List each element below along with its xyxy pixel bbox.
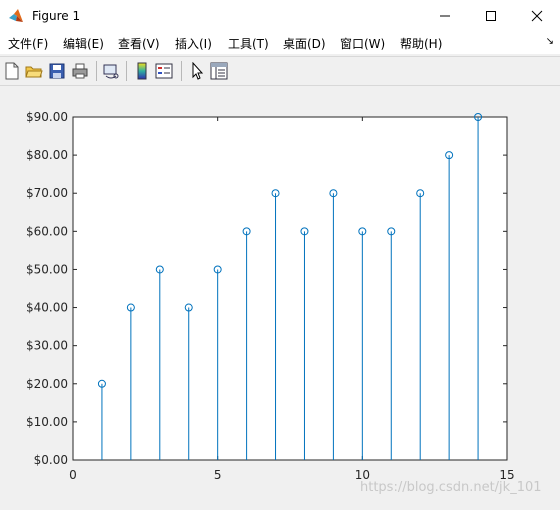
y-tick-label: $50.00 [26, 262, 68, 276]
matlab-logo-icon [8, 8, 24, 24]
menu-desktop[interactable]: 桌面(D) [283, 35, 326, 52]
watermark-text: https://blog.csdn.net/jk_101 [360, 480, 542, 495]
menu-edit[interactable]: 编辑(E) [63, 35, 104, 52]
figure-toolbar [0, 56, 560, 86]
menu-insert[interactable]: 插入(I) [175, 35, 212, 52]
save-icon[interactable] [48, 62, 66, 80]
title-bar: Figure 1 [0, 0, 560, 32]
stem-plot: $0.00 $10.00 $20.00 $30.00 $40.00 $50.00 $60.0… [26, 110, 515, 482]
x-tick-label: 0 [69, 468, 77, 482]
menu-bar: 文件(F) 编辑(E) 查看(V) 插入(I) 工具(T) 桌面(D) 窗口(W… [0, 32, 560, 54]
y-tick-label: $90.00 [26, 110, 68, 124]
maximize-icon [486, 11, 496, 21]
y-tick-label: $10.00 [26, 415, 68, 429]
toolbar-separator [96, 61, 97, 81]
menu-help[interactable]: 帮助(H) [400, 35, 442, 52]
close-icon [531, 10, 543, 22]
new-figure-icon[interactable] [3, 62, 21, 80]
close-button[interactable] [514, 0, 560, 32]
y-tick-label: $40.00 [26, 301, 68, 315]
menu-view[interactable]: 查看(V) [118, 35, 160, 52]
minimize-button[interactable] [422, 0, 468, 32]
dock-arrow-icon[interactable]: ↘ [546, 36, 554, 47]
y-tick-label: $30.00 [26, 339, 68, 353]
y-tick-label: $70.00 [26, 186, 68, 200]
menu-file[interactable]: 文件(F) [8, 35, 48, 52]
window-title: Figure 1 [32, 9, 81, 23]
toolbar-separator [126, 61, 127, 81]
insert-colorbar-icon[interactable] [133, 62, 151, 80]
print-icon[interactable] [71, 62, 89, 80]
link-plot-icon[interactable] [102, 62, 120, 80]
property-editor-icon[interactable] [210, 62, 228, 80]
menu-tools[interactable]: 工具(T) [228, 35, 269, 52]
axes-box [72, 116, 508, 461]
minimize-icon [440, 15, 450, 17]
open-file-icon[interactable] [25, 62, 43, 80]
figure-canvas[interactable]: $0.00 $10.00 $20.00 $30.00 $40.00 $50.00 $60.0… [0, 86, 560, 507]
menu-window[interactable]: 窗口(W) [340, 35, 385, 52]
x-tick-label: 5 [214, 468, 222, 482]
y-tick-label: $20.00 [26, 377, 68, 391]
insert-legend-icon[interactable] [155, 62, 173, 80]
y-tick-label: $0.00 [34, 453, 68, 467]
y-tick-label: $80.00 [26, 148, 68, 162]
edit-plot-pointer-icon[interactable] [188, 61, 206, 80]
y-tick-label: $60.00 [26, 224, 68, 238]
maximize-button[interactable] [468, 0, 514, 32]
toolbar-separator [181, 61, 182, 81]
